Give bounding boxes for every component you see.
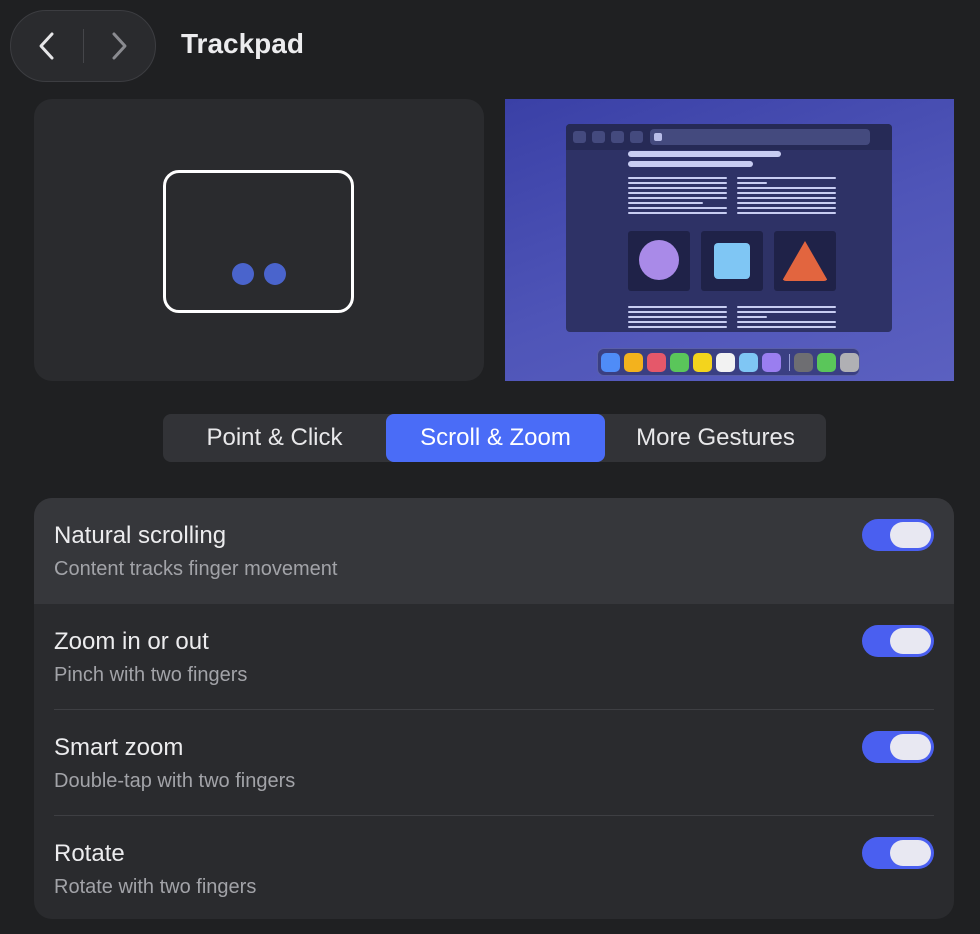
preview-dock-app-icon: [840, 353, 859, 372]
finger-dot: [232, 263, 254, 285]
setting-zoom-in-or-out[interactable]: Zoom in or out Pinch with two fingers: [34, 604, 954, 710]
preview-toolbar-button: [611, 131, 624, 143]
rotate-toggle[interactable]: [862, 837, 934, 869]
preview-window: [566, 124, 892, 332]
preview-address-bar: [650, 129, 870, 145]
preview-toolbar-button: [630, 131, 643, 143]
forward-button[interactable]: [83, 11, 155, 81]
preview-card-triangle: [774, 231, 836, 291]
preview-dock-app-icon: [693, 353, 712, 372]
preview-dock: [597, 348, 860, 376]
preview-dock-app-icon: [739, 353, 758, 372]
preview-toolbar: [566, 124, 892, 150]
tab-scroll-and-zoom[interactable]: Scroll & Zoom: [386, 414, 605, 462]
gesture-preview: [34, 99, 484, 381]
screen-preview: [505, 99, 954, 381]
trackpad-illustration: [163, 170, 354, 313]
back-button[interactable]: [11, 11, 83, 81]
setting-title: Natural scrolling: [54, 522, 227, 549]
setting-rotate[interactable]: Rotate Rotate with two fingers: [34, 816, 954, 919]
dock-separator: [789, 354, 790, 371]
preview-toolbar-button: [573, 131, 586, 143]
toggle-knob: [890, 628, 931, 654]
setting-smart-zoom[interactable]: Smart zoom Double-tap with two fingers: [34, 710, 954, 816]
preview-card-square: [701, 231, 763, 291]
setting-title: Zoom in or out: [54, 628, 209, 655]
setting-subtitle: Pinch with two fingers: [54, 664, 248, 686]
preview-dock-app-icon: [762, 353, 781, 372]
page-title: Trackpad: [181, 28, 304, 59]
setting-subtitle: Rotate with two fingers: [54, 876, 257, 898]
preview-headline: [628, 151, 781, 157]
settings-list: Natural scrolling Content tracks finger …: [34, 498, 954, 919]
tab-more-gestures[interactable]: More Gestures: [605, 414, 826, 462]
toggle-knob: [890, 734, 931, 760]
preview-dock-app-icon: [670, 353, 689, 372]
zoom-in-or-out-toggle[interactable]: [862, 625, 934, 657]
smart-zoom-toggle[interactable]: [862, 731, 934, 763]
chevron-left-icon: [39, 32, 54, 60]
preview-dock-app-icon: [624, 353, 643, 372]
setting-title: Rotate: [54, 840, 125, 867]
preview-card-circle: [628, 231, 690, 291]
setting-subtitle: Double-tap with two fingers: [54, 770, 296, 792]
setting-subtitle: Content tracks finger movement: [54, 558, 338, 580]
preview-dock-app-icon: [647, 353, 666, 372]
finger-dot: [264, 263, 286, 285]
preview-toolbar-button: [592, 131, 605, 143]
navigation-pill: [10, 10, 156, 82]
preview-dock-app-icon: [601, 353, 620, 372]
preview-dock-app-icon: [716, 353, 735, 372]
toggle-knob: [890, 840, 931, 866]
gesture-tabs: Point & Click Scroll & Zoom More Gesture…: [163, 414, 826, 462]
natural-scrolling-toggle[interactable]: [862, 519, 934, 551]
setting-natural-scrolling[interactable]: Natural scrolling Content tracks finger …: [34, 498, 954, 604]
tab-point-and-click[interactable]: Point & Click: [163, 414, 386, 462]
preview-dock-app-icon: [817, 353, 836, 372]
toggle-knob: [890, 522, 931, 548]
preview-dock-app-icon: [794, 353, 813, 372]
preview-headline: [628, 161, 753, 167]
chevron-right-icon: [112, 32, 127, 60]
setting-title: Smart zoom: [54, 734, 184, 761]
